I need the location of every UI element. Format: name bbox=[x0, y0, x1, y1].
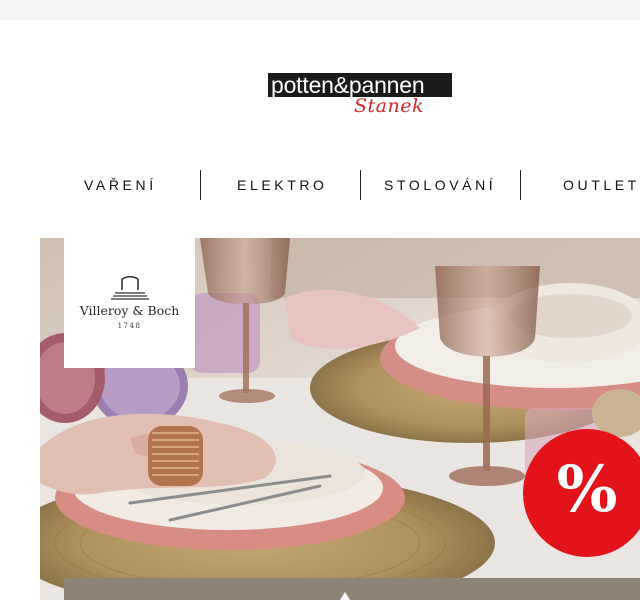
main-navigation: VAŘENÍ ELEKTRO STOLOVÁNÍ OUTLET bbox=[40, 170, 640, 200]
nav-divider bbox=[360, 170, 361, 200]
hero-caption-strip bbox=[64, 578, 640, 600]
villeroy-boch-castle-icon bbox=[111, 276, 149, 300]
logo-black-band: potten&pannen bbox=[268, 72, 452, 98]
percent-icon: % bbox=[556, 452, 618, 527]
nav-item-stolovani[interactable]: STOLOVÁNÍ bbox=[384, 170, 496, 200]
nav-divider bbox=[200, 170, 201, 200]
logo-script-text: Stanek bbox=[354, 95, 424, 117]
nav-item-elektro[interactable]: ELEKTRO bbox=[237, 170, 328, 200]
site-logo[interactable]: potten&pannen Stanek bbox=[268, 72, 452, 119]
chevron-up-icon[interactable] bbox=[340, 592, 350, 600]
nav-item-vareni[interactable]: VAŘENÍ bbox=[84, 170, 157, 200]
brand-year: 1748 bbox=[117, 322, 142, 330]
sale-badge[interactable]: % bbox=[523, 429, 640, 557]
brand-name: Villeroy & Boch bbox=[79, 303, 180, 318]
top-bar bbox=[0, 0, 640, 20]
nav-divider bbox=[520, 170, 521, 200]
nav-item-outlet[interactable]: OUTLET bbox=[563, 170, 640, 200]
brand-logo-card[interactable]: Villeroy & Boch 1748 bbox=[64, 238, 195, 368]
